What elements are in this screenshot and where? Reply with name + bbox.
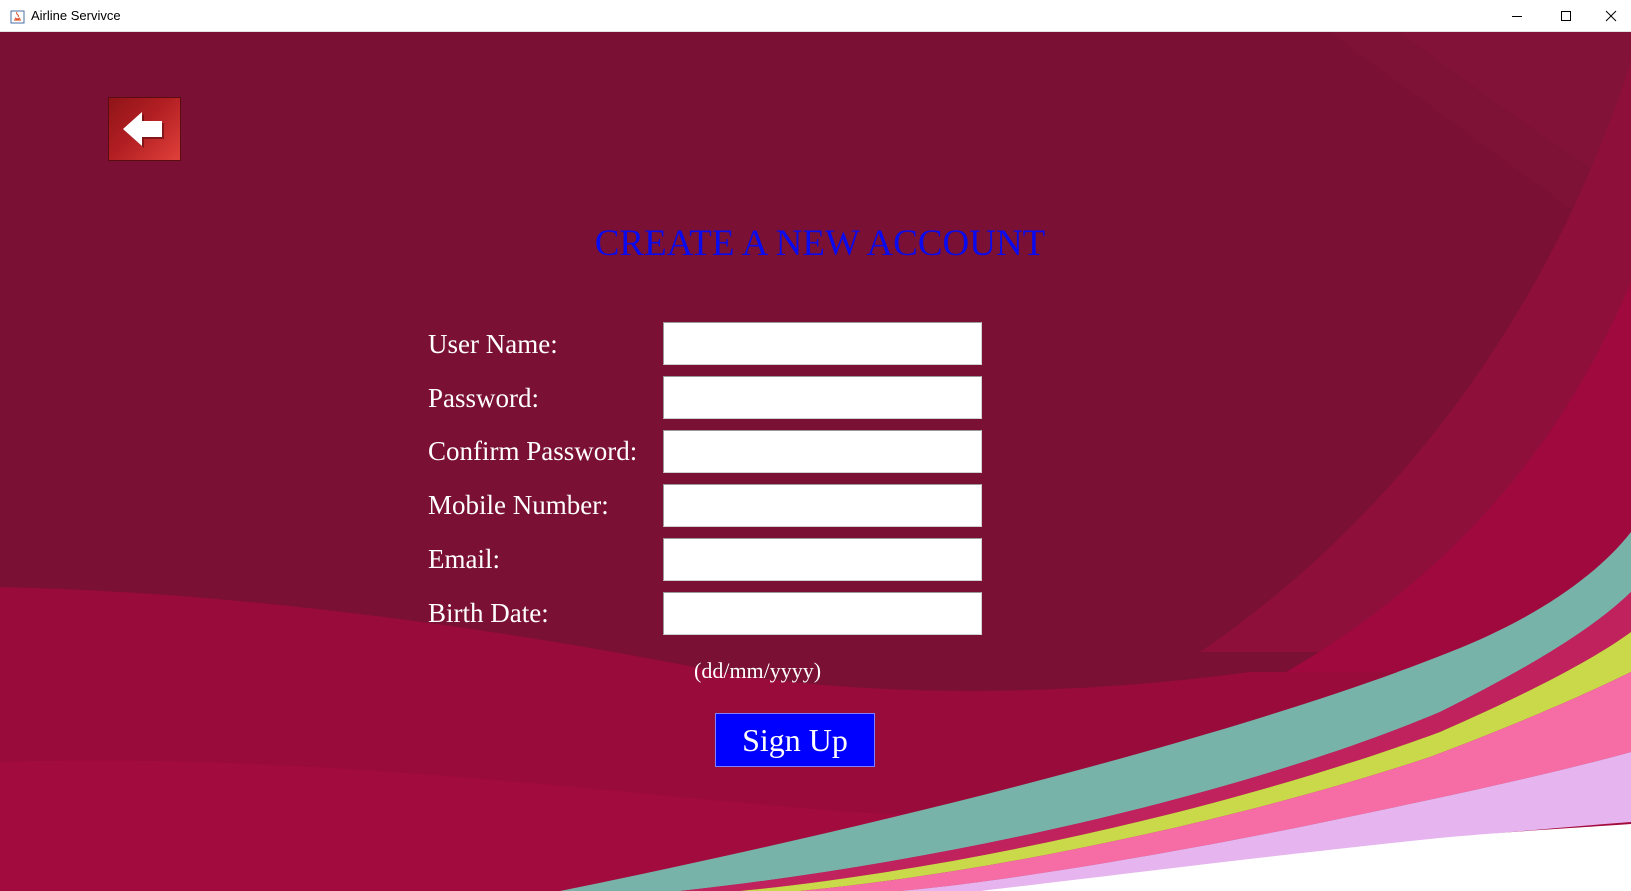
maximize-button[interactable] xyxy=(1541,0,1591,32)
password-input[interactable] xyxy=(663,376,982,419)
confirm-password-label: Confirm Password: xyxy=(428,436,638,466)
sign-up-button[interactable]: Sign Up xyxy=(715,713,875,767)
date-format-hint: (dd/mm/yyyy) xyxy=(694,658,822,683)
title-bar[interactable]: Airline Servivce xyxy=(0,0,1631,32)
birth-date-input[interactable] xyxy=(663,592,982,635)
back-button[interactable] xyxy=(108,97,181,161)
arrow-left-icon xyxy=(123,112,164,148)
maximize-icon xyxy=(1561,11,1571,21)
mobile-number-label: Mobile Number: xyxy=(428,490,609,520)
mobile-number-input[interactable] xyxy=(663,484,982,527)
app-window: Airline Servivce CREATE A NEW ACCOUNT Us… xyxy=(0,0,1631,891)
signup-panel: CREATE A NEW ACCOUNT User Name: Password… xyxy=(0,32,1631,891)
window-title: Airline Servivce xyxy=(31,8,121,23)
username-input[interactable] xyxy=(663,322,982,365)
close-icon xyxy=(1605,10,1616,22)
confirm-password-input[interactable] xyxy=(663,430,982,473)
email-input[interactable] xyxy=(663,538,982,581)
email-label: Email: xyxy=(428,544,500,574)
minimize-icon xyxy=(1512,16,1522,17)
username-label: User Name: xyxy=(428,329,558,359)
page-title: CREATE A NEW ACCOUNT xyxy=(594,223,1046,264)
java-app-icon xyxy=(10,10,25,24)
minimize-button[interactable] xyxy=(1492,0,1542,32)
birth-date-label: Birth Date: xyxy=(428,598,549,628)
password-label: Password: xyxy=(428,383,540,413)
close-button[interactable] xyxy=(1590,0,1631,32)
